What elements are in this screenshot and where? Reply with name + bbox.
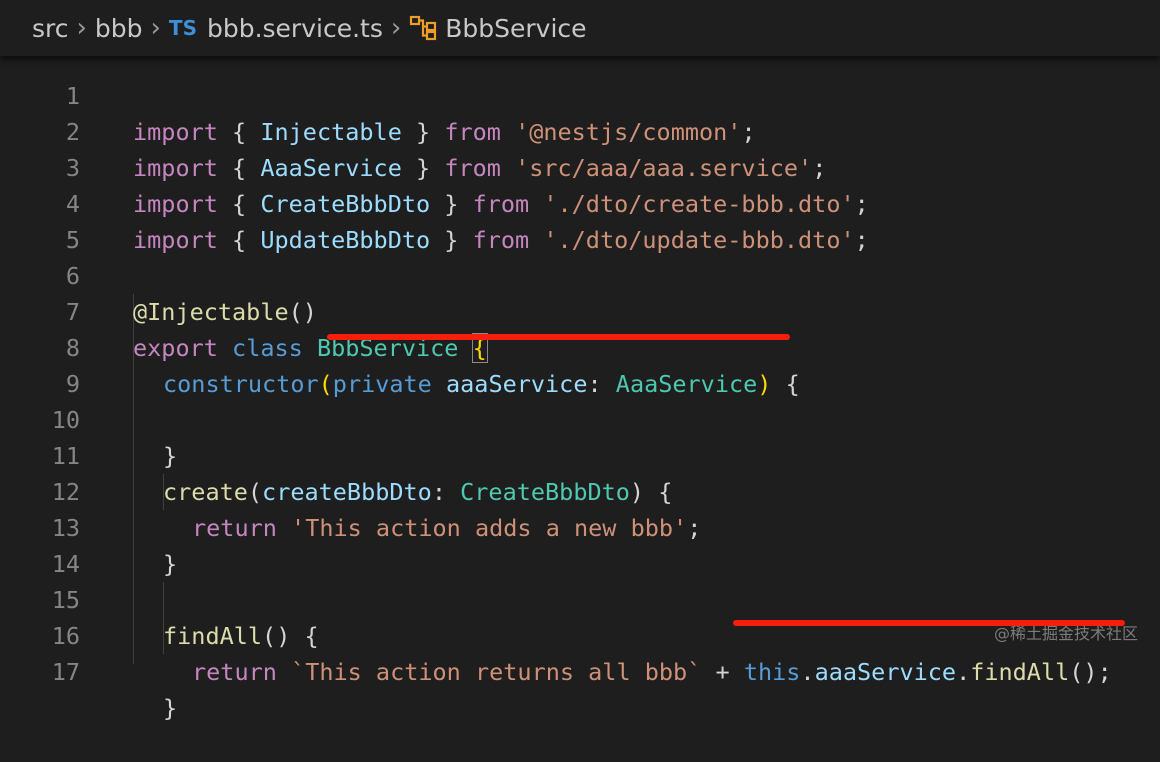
punctuation: . <box>956 658 971 686</box>
code-line[interactable]: 10 } <box>0 366 1160 470</box>
method-call: findAll <box>970 658 1070 686</box>
breadcrumb-folder-bbb[interactable]: bbb <box>95 14 143 43</box>
keyword: this <box>743 658 801 686</box>
code-line[interactable]: 13 } <box>0 474 1160 578</box>
code-line[interactable]: 12 return 'This action adds a new bbb'; <box>0 438 1160 542</box>
breadcrumb-file[interactable]: bbb.service.ts <box>207 14 383 43</box>
chevron-right-icon: › <box>390 13 402 43</box>
punctuation: () <box>1069 658 1098 686</box>
highlight-underline-constructor <box>327 334 790 340</box>
chevron-right-icon: › <box>76 13 87 43</box>
code-line[interactable]: 7 export class BbbService { <box>0 258 1160 363</box>
breadcrumb-folder-src[interactable]: src <box>32 14 69 43</box>
code-line[interactable]: 11 create(createBbbDto: CreateBbbDto) { <box>0 402 1160 506</box>
punctuation: . <box>800 658 815 686</box>
code-line[interactable]: 14 <box>0 510 1160 578</box>
line-number: 17 <box>51 658 80 686</box>
typescript-file-icon: TS <box>168 16 197 40</box>
code-editor[interactable]: 1 import { Injectable } from '@nestjs/co… <box>0 42 1160 722</box>
chevron-right-icon: › <box>150 13 161 43</box>
code-line[interactable]: 6 @Injectable() <box>0 222 1160 326</box>
code-line[interactable]: 4 import { UpdateBbbDto } from './dto/up… <box>0 150 1160 254</box>
breadcrumb-symbol[interactable]: BbbService <box>445 14 586 43</box>
highlight-underline-findall-call <box>733 620 1125 626</box>
code-line[interactable]: 8 constructor(private aaaService: AaaSer… <box>0 294 1160 398</box>
breadcrumb: src › bbb › TS bbb.service.ts › BbbServi… <box>0 0 1160 56</box>
code-line[interactable]: 16 return `This action returns all bbb` … <box>0 582 1160 686</box>
operator: + <box>715 658 730 686</box>
punctuation: } <box>163 694 178 722</box>
class-symbol-icon <box>410 15 437 41</box>
code-line[interactable]: 5 <box>0 186 1160 254</box>
punctuation: ; <box>1097 658 1112 686</box>
code-line[interactable]: 2 import { AaaService } from 'src/aaa/aa… <box>0 78 1160 182</box>
keyword: return <box>192 658 277 686</box>
code-line[interactable]: 15 findAll() { <box>0 546 1160 650</box>
code-line[interactable]: 3 import { CreateBbbDto } from './dto/cr… <box>0 114 1160 218</box>
template-string: `This action returns all bbb` <box>291 658 702 686</box>
property: aaaService <box>814 658 957 686</box>
